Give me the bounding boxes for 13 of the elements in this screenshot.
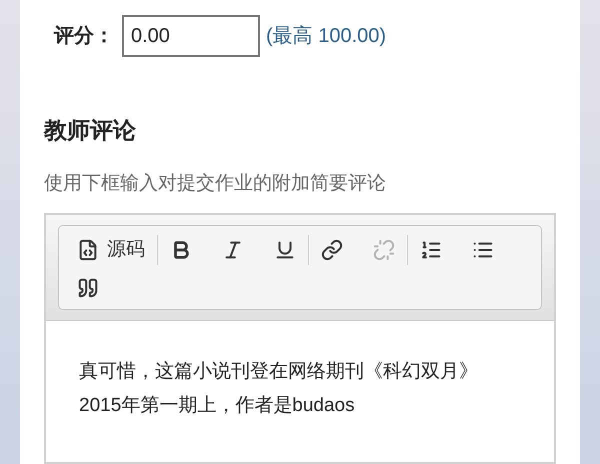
unlink-icon xyxy=(373,239,395,262)
section-description: 使用下框输入对提交作业的附加简要评论 xyxy=(44,172,387,196)
quote-icon xyxy=(77,276,99,298)
underline-icon xyxy=(274,239,296,262)
grade-input[interactable]: 0.00 xyxy=(122,15,260,57)
source-button[interactable]: 源码 xyxy=(69,232,153,268)
numbered-list-icon xyxy=(420,239,442,262)
code-file-icon xyxy=(77,239,99,262)
link-icon xyxy=(321,239,343,262)
comment-text: 真可惜，这篇小说刊登在网络期刊《科幻双月》2015年第一期上，作者是budaos xyxy=(79,360,479,418)
max-grade-note: (最高 100.00) xyxy=(266,24,386,49)
grade-label: 评分： xyxy=(54,24,114,49)
section-title: 教师评论 xyxy=(44,116,137,145)
